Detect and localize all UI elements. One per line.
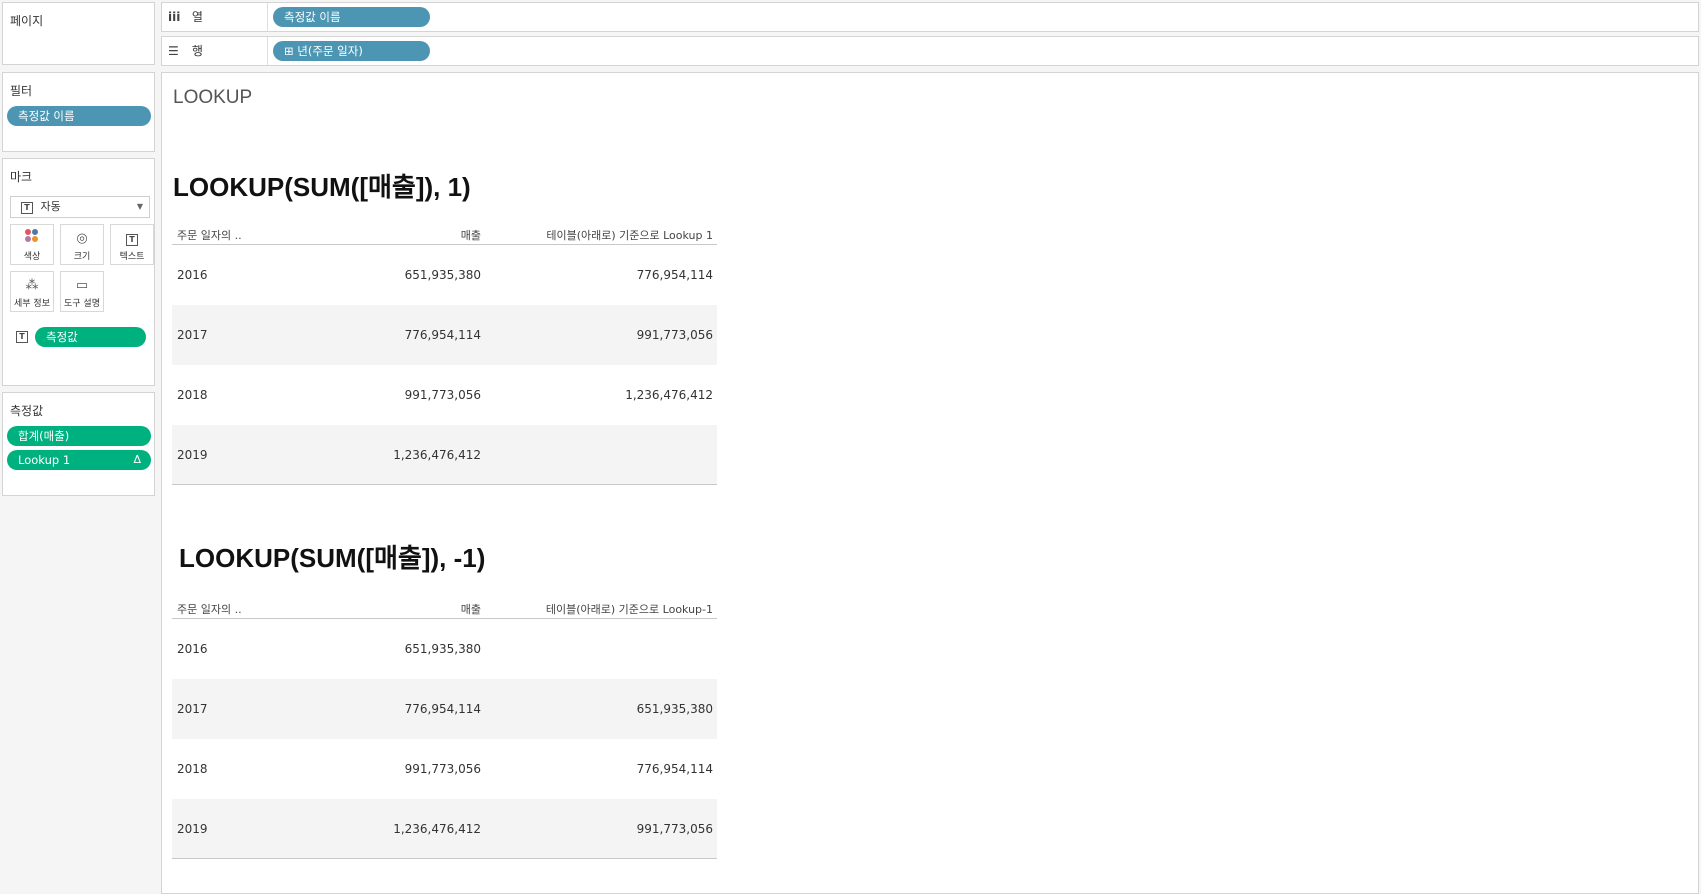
text-measure-values-pill[interactable]: 측정값 bbox=[35, 327, 146, 347]
cell-sales: 1,236,476,412 bbox=[393, 448, 481, 462]
measure-pill-lookup-1-label: Lookup 1 bbox=[18, 453, 71, 467]
delta-icon: Δ bbox=[133, 453, 141, 466]
cell-year: 2016 bbox=[177, 268, 208, 282]
cell-sales: 991,773,056 bbox=[404, 388, 481, 402]
table-row[interactable]: 2017 776,954,114 651,935,380 bbox=[172, 679, 717, 739]
header-lookup-1[interactable]: 테이블(아래로) 기준으로 Lookup 1 bbox=[546, 227, 713, 243]
cell-sales: 776,954,114 bbox=[404, 702, 481, 716]
detail-button-label: 세부 정보 bbox=[14, 299, 50, 309]
pages-panel[interactable]: 페이지 bbox=[2, 2, 155, 65]
mark-type-value: 자동 bbox=[40, 200, 61, 213]
table2-heading: LOOKUP(SUM([매출]), -1) bbox=[179, 543, 486, 573]
size-button-label: 크기 bbox=[73, 252, 91, 262]
cell-year: 2017 bbox=[177, 328, 208, 342]
marks-panel: 마크 T 자동 ▼ 색상 ◎ 크기 T 텍스트 ⁂ 세부 정보 ▭ 도구 설명 … bbox=[2, 158, 155, 386]
header-lookup-minus-1[interactable]: 테이블(아래로) 기준으로 Lookup-1 bbox=[546, 601, 713, 617]
color-button[interactable]: 색상 bbox=[10, 224, 54, 265]
text-button-label: 텍스트 bbox=[119, 252, 145, 262]
tooltip-button-label: 도구 설명 bbox=[64, 299, 100, 309]
table2-header: 주문 일자의 .. 매출 테이블(아래로) 기준으로 Lookup-1 bbox=[172, 601, 717, 619]
tableau-workspace: 페이지 필터 측정값 이름 마크 T 자동 ▼ 색상 ◎ 크기 T 텍스트 ⁂ … bbox=[0, 0, 1701, 894]
size-button[interactable]: ◎ 크기 bbox=[60, 224, 104, 265]
size-icon: ◎ bbox=[76, 231, 88, 246]
cell-sales: 651,935,380 bbox=[404, 268, 481, 282]
table-row[interactable]: 2018 991,773,056 776,954,114 bbox=[172, 739, 717, 799]
table-row[interactable]: 2016 651,935,380 bbox=[172, 619, 717, 679]
cell-sales: 776,954,114 bbox=[404, 328, 481, 342]
table1: 주문 일자의 .. 매출 테이블(아래로) 기준으로 Lookup 1 2016… bbox=[172, 227, 717, 485]
columns-label: 열 bbox=[191, 10, 203, 24]
tooltip-button[interactable]: ▭ 도구 설명 bbox=[60, 271, 104, 312]
text-mark-icon: T bbox=[21, 202, 33, 214]
detail-icon: ⁂ bbox=[25, 278, 39, 293]
columns-shelf-label: iii 열 bbox=[168, 3, 268, 31]
table1-heading: LOOKUP(SUM([매출]), 1) bbox=[173, 172, 471, 202]
cell-sales: 1,236,476,412 bbox=[393, 822, 481, 836]
filter-pill-measure-names[interactable]: 측정값 이름 bbox=[7, 106, 151, 126]
measure-values-panel: 측정값 합계(매출) Lookup 1 Δ bbox=[2, 392, 155, 496]
worksheet-view[interactable]: LOOKUP LOOKUP(SUM([매출]), 1) 주문 일자의 .. 매출… bbox=[161, 72, 1699, 894]
table-row[interactable]: 2016 651,935,380 776,954,114 bbox=[172, 245, 717, 305]
columns-shelf[interactable]: iii 열 측정값 이름 bbox=[161, 2, 1699, 32]
color-dots-icon bbox=[25, 229, 39, 243]
text-button[interactable]: T 텍스트 bbox=[110, 224, 154, 265]
cell-year: 2018 bbox=[177, 388, 208, 402]
cell-lookup: 1,236,476,412 bbox=[625, 388, 713, 402]
cell-sales: 651,935,380 bbox=[404, 642, 481, 656]
cell-lookup: 776,954,114 bbox=[636, 268, 713, 282]
header-sales[interactable]: 매출 bbox=[461, 227, 481, 243]
rows-icon: ☰ bbox=[168, 44, 179, 58]
columns-pill-measure-names[interactable]: 측정값 이름 bbox=[273, 7, 430, 27]
measure-pill-sum-sales[interactable]: 합계(매출) bbox=[7, 426, 151, 446]
color-button-label: 색상 bbox=[23, 252, 41, 262]
header-order-date[interactable]: 주문 일자의 .. bbox=[177, 601, 242, 617]
cell-year: 2019 bbox=[177, 448, 208, 462]
table-row[interactable]: 2017 776,954,114 991,773,056 bbox=[172, 305, 717, 365]
text-icon: T bbox=[126, 234, 138, 246]
cell-year: 2018 bbox=[177, 762, 208, 776]
cell-lookup: 991,773,056 bbox=[636, 328, 713, 342]
table-row[interactable]: 2018 991,773,056 1,236,476,412 bbox=[172, 365, 717, 425]
chevron-down-icon: ▼ bbox=[136, 202, 143, 211]
filters-panel[interactable]: 필터 측정값 이름 bbox=[2, 72, 155, 152]
header-order-date[interactable]: 주문 일자의 .. bbox=[177, 227, 242, 243]
measure-pill-lookup-1[interactable]: Lookup 1 Δ bbox=[7, 450, 151, 470]
cell-lookup: 991,773,056 bbox=[636, 822, 713, 836]
header-sales[interactable]: 매출 bbox=[461, 601, 481, 617]
cell-year: 2017 bbox=[177, 702, 208, 716]
mark-type-dropdown[interactable]: T 자동 ▼ bbox=[10, 196, 150, 218]
table-row[interactable]: 2019 1,236,476,412 bbox=[172, 425, 717, 485]
columns-icon: iii bbox=[168, 10, 181, 24]
cell-lookup: 651,935,380 bbox=[636, 702, 713, 716]
table1-header: 주문 일자의 .. 매출 테이블(아래로) 기준으로 Lookup 1 bbox=[172, 227, 717, 245]
rows-pill-order-year[interactable]: ⊞ 년(주문 일자) bbox=[273, 41, 430, 61]
cell-sales: 991,773,056 bbox=[404, 762, 481, 776]
filters-panel-title: 필터 bbox=[10, 84, 33, 98]
cell-lookup: 776,954,114 bbox=[636, 762, 713, 776]
rows-label: 행 bbox=[191, 44, 203, 58]
table-row[interactable]: 2019 1,236,476,412 991,773,056 bbox=[172, 799, 717, 859]
measure-values-title: 측정값 bbox=[10, 404, 44, 418]
table2: 주문 일자의 .. 매출 테이블(아래로) 기준으로 Lookup-1 2016… bbox=[172, 601, 717, 859]
pages-panel-title: 페이지 bbox=[10, 14, 44, 28]
tooltip-icon: ▭ bbox=[75, 278, 89, 293]
marks-panel-title: 마크 bbox=[10, 170, 33, 184]
rows-shelf[interactable]: ☰ 행 ⊞ 년(주문 일자) bbox=[161, 36, 1699, 66]
rows-shelf-label: ☰ 행 bbox=[168, 37, 268, 65]
cell-year: 2016 bbox=[177, 642, 208, 656]
worksheet-title: LOOKUP bbox=[173, 87, 253, 108]
cell-year: 2019 bbox=[177, 822, 208, 836]
text-encoding-icon: T bbox=[16, 331, 28, 343]
detail-button[interactable]: ⁂ 세부 정보 bbox=[10, 271, 54, 312]
